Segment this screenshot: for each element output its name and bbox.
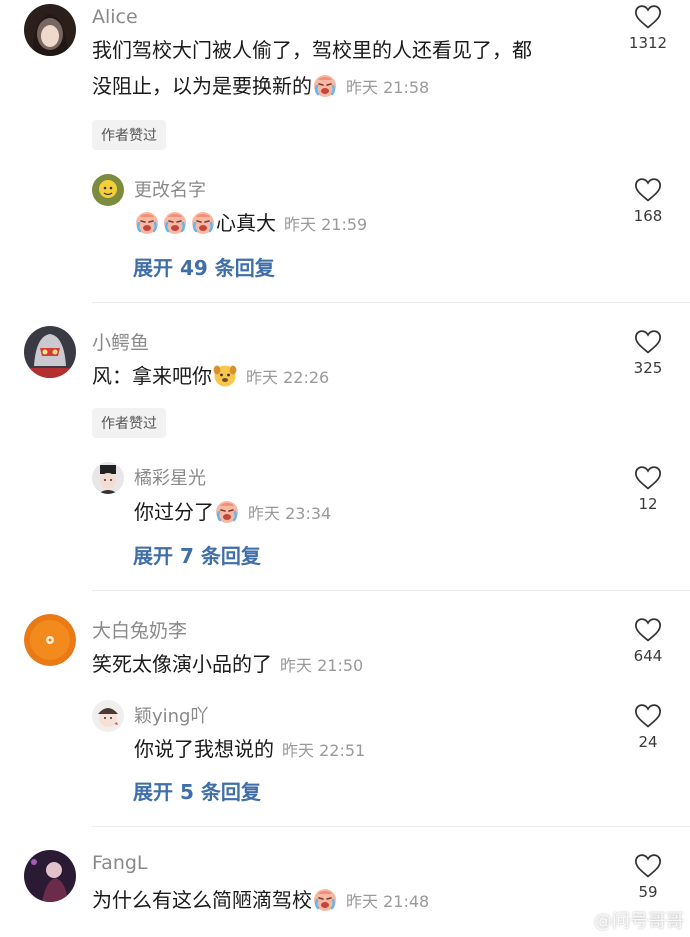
comment-time: 昨天 21:58 (346, 78, 430, 97)
reply-text-content: 你过分了 (134, 500, 214, 524)
reply-text: 心真大 昨天 21:59 (134, 205, 367, 243)
like-count: 1312 (628, 34, 668, 52)
crying-face-emoji (162, 209, 188, 235)
author-liked-badge: 作者赞过 (92, 120, 166, 150)
heart-outline-icon (634, 853, 662, 879)
reply-text-content: 你说了我想说的 (134, 737, 274, 761)
heart-outline-icon (634, 703, 662, 729)
comment-text: 笑死太像演小品的了 昨天 21:50 (92, 646, 363, 684)
comment-text-content: 为什么有这么简陋滴驾校 (92, 888, 312, 912)
comment-text: 风：拿来吧你 昨天 22:26 (92, 358, 329, 396)
crying-face-emoji (214, 498, 240, 524)
comment-text-content: 没阻止，以为是要换新的 (92, 74, 312, 98)
heart-outline-icon (634, 329, 662, 355)
reply-time: 昨天 23:34 (248, 504, 332, 523)
heart-outline-icon (634, 617, 662, 643)
watermark: @问号哥哥 (594, 911, 684, 932)
crying-face-emoji (312, 886, 338, 912)
comment-text-line: 我们驾校大门被人偷了，驾校里的人还看见了，都 (92, 38, 532, 62)
expand-replies-link[interactable]: 展开 7 条回复 (133, 540, 261, 569)
expand-replies-link[interactable]: 展开 5 条回复 (133, 776, 261, 805)
comment-username[interactable]: 大白兔奶李 (92, 616, 187, 643)
comment-username[interactable]: FangL (92, 852, 148, 874)
divider (92, 590, 690, 591)
comment-text-content: 笑死太像演小品的了 (92, 652, 272, 676)
avatar[interactable] (92, 700, 124, 732)
avatar[interactable] (24, 4, 76, 56)
like-button[interactable]: 12 (613, 465, 683, 513)
reply-username[interactable]: 颖ying吖 (134, 702, 209, 728)
comment-time: 昨天 21:50 (280, 656, 364, 675)
like-button[interactable]: 644 (613, 617, 683, 665)
dog-face-emoji (212, 362, 238, 388)
crying-face-emoji (134, 209, 160, 235)
comment-text: 为什么有这么简陋滴驾校 昨天 21:48 (92, 882, 429, 920)
reply-time: 昨天 21:59 (284, 215, 368, 234)
like-button[interactable]: 24 (613, 703, 683, 751)
heart-outline-icon (634, 177, 662, 203)
comment-username[interactable]: Alice (92, 6, 138, 28)
like-button[interactable]: 59 (613, 853, 683, 901)
reply-text: 你说了我想说的 昨天 22:51 (134, 731, 365, 769)
avatar[interactable] (24, 850, 76, 902)
reply-text: 你过分了 昨天 23:34 (134, 494, 331, 532)
divider (92, 302, 690, 303)
like-count: 168 (633, 207, 663, 225)
avatar[interactable] (92, 174, 124, 206)
comment-time: 昨天 21:48 (346, 892, 430, 911)
comment-text-line: 没阻止，以为是要换新的 昨天 21:58 (92, 68, 612, 106)
avatar[interactable] (24, 326, 76, 378)
like-count: 24 (638, 733, 658, 751)
reply-text-content: 心真大 (216, 211, 276, 235)
reply-time: 昨天 22:51 (282, 741, 366, 760)
like-count: 59 (638, 883, 658, 901)
like-count: 325 (633, 359, 663, 377)
heart-outline-icon (634, 4, 662, 30)
like-button[interactable]: 168 (613, 177, 683, 225)
avatar[interactable] (24, 614, 76, 666)
comment-text: 我们驾校大门被人偷了，驾校里的人还看见了，都 没阻止，以为是要换新的 昨天 21:… (92, 32, 612, 106)
crying-face-emoji (190, 209, 216, 235)
comment-username[interactable]: 小鳄鱼 (92, 328, 149, 355)
reply-username[interactable]: 橘彩星光 (134, 464, 206, 490)
avatar[interactable] (92, 462, 124, 494)
reply-username[interactable]: 更改名字 (134, 176, 206, 202)
crying-face-emoji (312, 72, 338, 98)
like-button[interactable]: 1312 (613, 4, 683, 52)
expand-replies-link[interactable]: 展开 49 条回复 (133, 252, 275, 281)
divider (92, 826, 690, 827)
heart-outline-icon (634, 465, 662, 491)
comment-text-content: 风：拿来吧你 (92, 364, 212, 388)
like-count: 644 (633, 647, 663, 665)
comment-time: 昨天 22:26 (246, 368, 330, 387)
author-liked-badge: 作者赞过 (92, 408, 166, 438)
like-count: 12 (638, 495, 658, 513)
like-button[interactable]: 325 (613, 329, 683, 377)
